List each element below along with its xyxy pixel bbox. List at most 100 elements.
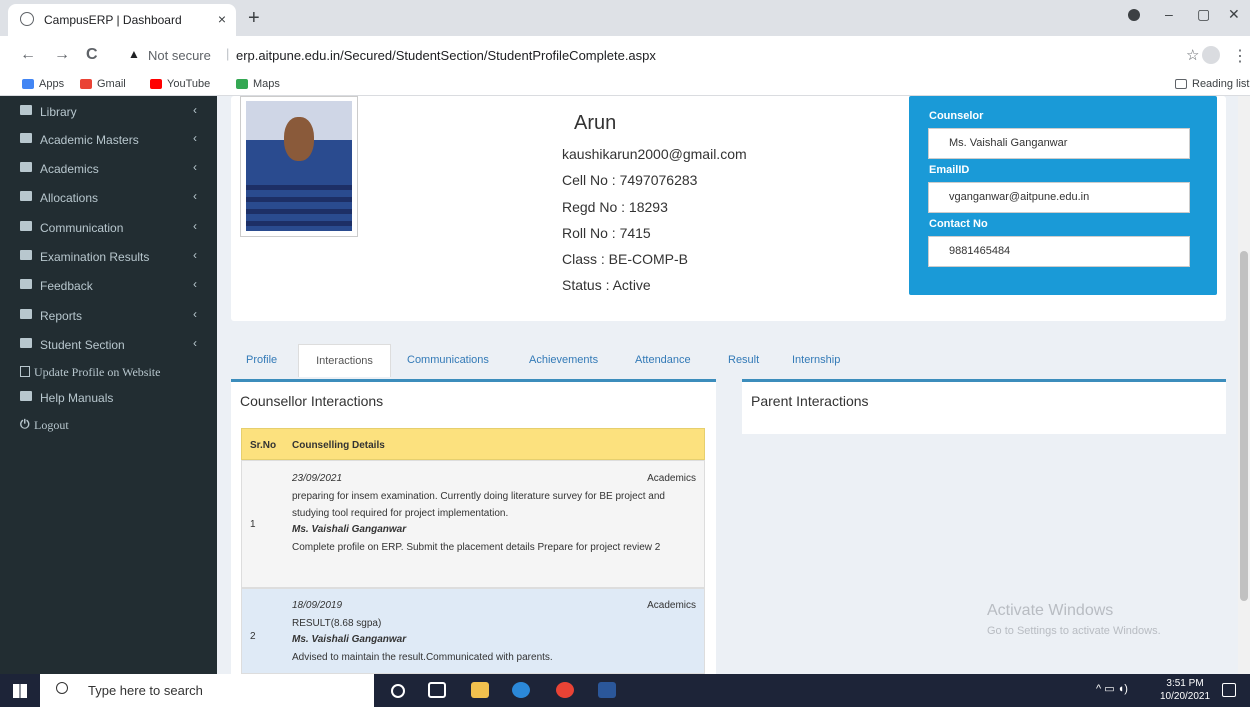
sidebar-item-label: Logout	[34, 418, 69, 432]
col-sr-no: Sr.No	[250, 440, 277, 451]
new-tab-button[interactable]: +	[248, 7, 260, 30]
window-close-button[interactable]: ✕	[1228, 6, 1240, 23]
sidebar-item-communication[interactable]: Communication ‹	[0, 214, 217, 242]
sidebar-item-academic-masters[interactable]: Academic Masters ‹	[0, 126, 217, 154]
roll-number: Roll No : 7415	[562, 225, 651, 241]
windows-start-icon[interactable]	[13, 684, 27, 698]
bookmark-gmail[interactable]: Gmail	[80, 78, 126, 90]
minimize-button[interactable]: –	[1165, 6, 1173, 22]
counselor-contact-field: 9881465484	[928, 236, 1190, 267]
status-info: Status : Active	[562, 277, 651, 293]
address-bar-row: ← → C ▲ Not secure | erp.aitpune.edu.in/…	[0, 36, 1250, 74]
sidebar-item-label: Allocations	[40, 191, 99, 205]
bookmark-label: YouTube	[167, 78, 211, 90]
bookmark-apps[interactable]: Apps	[22, 78, 64, 90]
row-text: preparing for insem examination. Current…	[292, 491, 665, 519]
bookmark-label: Apps	[39, 78, 65, 90]
counselor-email-field: vganganwar@aitpune.edu.in	[928, 182, 1190, 213]
col-counselling-details: Counselling Details	[292, 440, 385, 451]
row-date: 18/09/2019	[292, 600, 343, 611]
bookmark-star-icon[interactable]: ☆	[1186, 46, 1199, 64]
chevron-left-icon: ‹	[193, 131, 197, 145]
warning-icon: ▲	[128, 47, 140, 61]
parent-interactions-panel: Parent Interactions	[742, 379, 1226, 434]
tab-strip: CampusERP | Dashboard × + – ▢ ✕	[0, 0, 1250, 36]
sidebar-item-allocations[interactable]: Allocations ‹	[0, 184, 217, 212]
bookmark-label: Gmail	[97, 78, 126, 90]
back-button[interactable]: ←	[20, 46, 36, 64]
account-icon[interactable]	[1202, 46, 1220, 64]
scrollbar-thumb[interactable]	[1240, 251, 1248, 601]
sidebar-item-student-section[interactable]: Student Section ‹	[0, 331, 217, 359]
browser-tab[interactable]: CampusERP | Dashboard ×	[8, 4, 236, 36]
tab-achievements[interactable]: Achievements	[529, 344, 598, 377]
file-explorer-icon[interactable]	[471, 682, 489, 698]
sidebar-item-academics[interactable]: Academics ‹	[0, 155, 217, 183]
power-icon: ⏻	[20, 417, 30, 431]
maximize-button[interactable]: ▢	[1197, 6, 1210, 23]
not-secure-label: Not secure	[148, 48, 211, 63]
tab-communications[interactable]: Communications	[407, 344, 489, 377]
reload-button[interactable]: C	[86, 46, 98, 64]
tab-attendance[interactable]: Attendance	[635, 344, 691, 377]
word-icon[interactable]	[598, 682, 616, 698]
folder-icon	[20, 309, 32, 319]
page-scrollbar[interactable]	[1238, 96, 1250, 674]
url-bar[interactable]: ▲ Not secure | erp.aitpune.edu.in/Secure…	[120, 41, 1150, 69]
table-row: 1 23/09/2021 Academics preparing for ins…	[241, 460, 705, 588]
regd-number: Regd No : 18293	[562, 199, 668, 215]
edge-icon[interactable]	[512, 682, 530, 698]
notification-icon[interactable]	[1222, 683, 1236, 697]
interactions-table: Sr.No Counselling Details 1 23/09/2021 A…	[241, 428, 705, 674]
class-info: Class : BE-COMP-B	[562, 251, 689, 267]
gmail-icon	[80, 79, 92, 89]
reading-list-button[interactable]: Reading list	[1175, 78, 1249, 90]
document-icon	[20, 366, 30, 377]
sidebar-item-update-profile[interactable]: Update Profile on Website	[0, 358, 217, 386]
table-row: 2 18/09/2019 Academics RESULT(8.68 sgpa)…	[241, 588, 705, 674]
chrome-icon[interactable]	[556, 682, 574, 698]
sidebar-item-examination-results[interactable]: Examination Results ‹	[0, 243, 217, 271]
row-category: Academics	[647, 600, 696, 611]
windows-taskbar: Type here to search ^ ▭ ◖) 3:51 PM 10/20…	[0, 674, 1250, 707]
taskbar-clock[interactable]: 3:51 PM 10/20/2021	[1160, 677, 1210, 703]
bookmarks-bar: Apps Gmail YouTube Maps Reading list	[0, 74, 1250, 96]
student-name: Arun	[574, 112, 617, 134]
sidebar-item-logout[interactable]: ⏻ Logout	[0, 411, 217, 439]
tab-title: CampusERP | Dashboard	[44, 13, 182, 27]
row-category: Academics	[647, 473, 696, 484]
tab-interactions[interactable]: Interactions	[298, 344, 391, 377]
close-tab-icon[interactable]: ×	[218, 11, 226, 27]
profile-icon[interactable]	[1128, 9, 1140, 21]
sidebar-item-library[interactable]: Library ‹	[0, 98, 217, 126]
table-header: Sr.No Counselling Details	[241, 428, 705, 460]
reading-list-icon	[1175, 79, 1187, 89]
student-photo	[240, 96, 358, 237]
browser-menu-icon[interactable]: ⋮	[1232, 46, 1248, 66]
taskbar-search[interactable]: Type here to search	[40, 674, 374, 707]
activate-windows-title: Activate Windows	[987, 602, 1114, 619]
search-placeholder: Type here to search	[88, 683, 203, 698]
chevron-left-icon: ‹	[193, 160, 197, 174]
task-view-icon[interactable]	[428, 682, 446, 698]
chevron-left-icon: ‹	[193, 219, 197, 233]
bookmark-youtube[interactable]: YouTube	[150, 78, 210, 90]
tab-profile[interactable]: Profile	[246, 344, 277, 377]
forward-button[interactable]: →	[54, 46, 70, 64]
tab-internship[interactable]: Internship	[792, 344, 840, 377]
bookmark-maps[interactable]: Maps	[236, 78, 280, 90]
sidebar-item-feedback[interactable]: Feedback ‹	[0, 272, 217, 300]
folder-icon	[20, 191, 32, 201]
cortana-icon[interactable]	[391, 684, 405, 698]
contact-label: Contact No	[929, 218, 988, 230]
sidebar-item-help-manuals[interactable]: Help Manuals	[0, 384, 217, 412]
row-remark: Complete profile on ERP. Submit the plac…	[292, 542, 661, 553]
sidebar-item-label: Student Section	[40, 338, 125, 352]
url-text[interactable]: erp.aitpune.edu.in/Secured/StudentSectio…	[236, 48, 656, 63]
tray-icons[interactable]: ^ ▭ ◖)	[1096, 682, 1128, 695]
folder-icon	[20, 221, 32, 231]
tab-result[interactable]: Result	[728, 344, 759, 377]
sidebar-item-reports[interactable]: Reports ‹	[0, 302, 217, 330]
counselor-card: Counselor Ms. Vaishali Ganganwar EmailID…	[909, 96, 1217, 295]
counselor-label: Counselor	[929, 110, 984, 122]
